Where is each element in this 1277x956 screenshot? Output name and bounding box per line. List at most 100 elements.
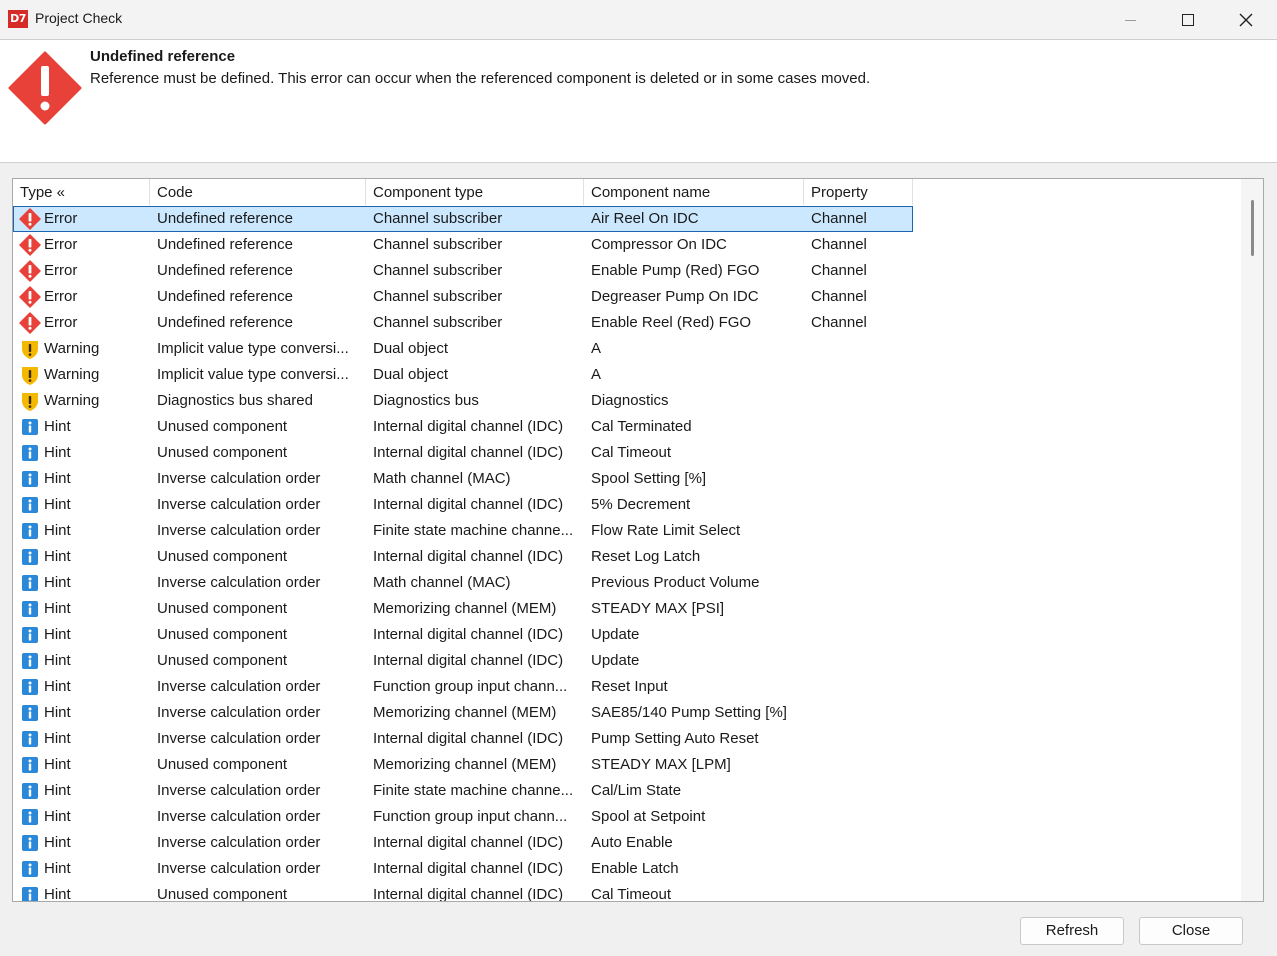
cell-component-type: Internal digital channel (IDC) <box>373 652 564 669</box>
cell-property: Channel <box>811 210 867 227</box>
table-row[interactable]: Hint Inverse calculation order Math channe… <box>13 570 1241 596</box>
maximize-button[interactable] <box>1159 0 1217 40</box>
cell-code: Inverse calculation order <box>157 704 321 721</box>
table-row[interactable]: Hint Unused component Memorizing channel (… <box>13 752 1241 778</box>
type-label: Hint <box>44 678 71 695</box>
table-row[interactable]: Hint Inverse calculation order Math channe… <box>13 466 1241 492</box>
cell-property <box>804 804 913 830</box>
cell-code: Unused component <box>157 886 288 902</box>
info-icon <box>19 832 41 854</box>
row-cells: Hint Unused component Internal digital cha… <box>13 882 913 902</box>
row-cells: Warning Implicit value type conversi... Du… <box>13 362 913 388</box>
cell-component-type: Internal digital channel (IDC) <box>373 444 564 461</box>
table-row[interactable]: Error Undefined reference Channel subscrib… <box>13 258 1241 284</box>
column-header-component-name[interactable]: Component name <box>584 179 804 205</box>
table-row[interactable]: Hint Unused component Internal digital cha… <box>13 544 1241 570</box>
table-row[interactable]: Hint Unused component Internal digital cha… <box>13 440 1241 466</box>
cell-component-name: STEADY MAX [LPM] <box>591 756 731 773</box>
cell-property <box>804 388 913 414</box>
cell-component-name: Spool Setting [%] <box>591 470 707 487</box>
table-row[interactable]: Hint Unused component Internal digital cha… <box>13 882 1241 902</box>
cell-property <box>804 336 913 362</box>
error-icon <box>19 234 41 256</box>
table-row[interactable]: Warning Implicit value type conversi... Du… <box>13 336 1241 362</box>
table-row[interactable]: Error Undefined reference Channel subscrib… <box>13 206 1241 232</box>
warning-icon <box>19 338 41 360</box>
cell-component-type: Diagnostics bus <box>373 392 479 409</box>
column-header-component-type[interactable]: Component type <box>366 179 584 205</box>
error-icon <box>19 312 41 334</box>
type-label: Hint <box>44 730 71 747</box>
table-row[interactable]: Hint Unused component Memorizing channel (… <box>13 596 1241 622</box>
cell-component-type: Math channel (MAC) <box>373 574 511 591</box>
table-row[interactable]: Hint Unused component Internal digital cha… <box>13 414 1241 440</box>
table-row[interactable]: Error Undefined reference Channel subscrib… <box>13 232 1241 258</box>
cell-code: Inverse calculation order <box>157 522 321 539</box>
table-row[interactable]: Hint Inverse calculation order Internal di… <box>13 856 1241 882</box>
table-row[interactable]: Warning Diagnostics bus shared Diagnostics… <box>13 388 1241 414</box>
row-cells: Hint Inverse calculation order Finite stat… <box>13 778 913 804</box>
refresh-button[interactable]: Refresh <box>1020 917 1124 945</box>
minimize-button[interactable] <box>1101 0 1159 40</box>
info-icon <box>19 598 41 620</box>
table-row[interactable]: Hint Inverse calculation order Internal di… <box>13 830 1241 856</box>
cell-property <box>804 700 913 726</box>
cell-code: Unused component <box>157 626 288 643</box>
table-row[interactable]: Warning Implicit value type conversi... Du… <box>13 362 1241 388</box>
cell-type: Hint <box>13 518 150 544</box>
table-row[interactable]: Hint Inverse calculation order Finite stat… <box>13 518 1241 544</box>
type-label: Hint <box>44 860 71 877</box>
cell-type: Warning <box>13 388 150 414</box>
table-row[interactable]: Hint Inverse calculation order Function gr… <box>13 804 1241 830</box>
vertical-scrollbar[interactable] <box>1241 179 1263 901</box>
cell-code: Inverse calculation order <box>157 730 321 747</box>
cell-component-name: Update <box>591 626 640 643</box>
cell-property <box>804 466 913 492</box>
column-header-property[interactable]: Property <box>804 179 913 205</box>
results-table[interactable]: Type « Code Component type Component nam… <box>12 178 1264 902</box>
cell-property <box>804 492 913 518</box>
table-row[interactable]: Hint Inverse calculation order Internal di… <box>13 492 1241 518</box>
cell-type: Hint <box>13 882 150 901</box>
cell-property: Channel <box>811 314 867 331</box>
window-title: Project Check <box>35 10 123 26</box>
scrollbar-thumb[interactable] <box>1251 200 1254 256</box>
table-row[interactable]: Hint Inverse calculation order Finite stat… <box>13 778 1241 804</box>
cell-component-name: Diagnostics <box>591 392 669 409</box>
close-button[interactable]: Close <box>1139 917 1243 945</box>
type-label: Hint <box>44 834 71 851</box>
column-header-code[interactable]: Code <box>150 179 366 205</box>
cell-component-type: Internal digital channel (IDC) <box>373 860 564 877</box>
cell-code: Unused component <box>157 444 288 461</box>
table-row[interactable]: Hint Inverse calculation order Memorizing … <box>13 700 1241 726</box>
cell-component-name: Compressor On IDC <box>591 236 727 253</box>
table-row[interactable]: Hint Inverse calculation order Function gr… <box>13 674 1241 700</box>
error-icon <box>8 51 82 125</box>
table-row[interactable]: Error Undefined reference Channel subscrib… <box>13 284 1241 310</box>
table-row[interactable]: Hint Unused component Internal digital cha… <box>13 648 1241 674</box>
cell-property <box>804 726 913 752</box>
cell-type: Hint <box>13 596 150 622</box>
row-cells: Hint Inverse calculation order Function gr… <box>13 804 913 830</box>
cell-type: Error <box>13 206 150 232</box>
table-row[interactable]: Hint Inverse calculation order Internal di… <box>13 726 1241 752</box>
row-cells: Hint Unused component Memorizing channel (… <box>13 596 913 622</box>
cell-type: Hint <box>13 830 150 856</box>
type-label: Hint <box>44 652 71 669</box>
close-window-button[interactable] <box>1217 0 1275 40</box>
cell-component-name: Reset Input <box>591 678 668 695</box>
cell-component-name: Enable Latch <box>591 860 679 877</box>
table-row[interactable]: Error Undefined reference Channel subscrib… <box>13 310 1241 336</box>
type-label: Hint <box>44 548 71 565</box>
cell-code: Inverse calculation order <box>157 782 321 799</box>
table-row[interactable]: Hint Unused component Internal digital cha… <box>13 622 1241 648</box>
info-icon <box>19 780 41 802</box>
cell-component-name: 5% Decrement <box>591 496 691 513</box>
column-header-type[interactable]: Type « <box>13 179 150 205</box>
info-icon <box>19 676 41 698</box>
info-icon <box>19 572 41 594</box>
type-label: Error <box>44 236 78 253</box>
type-label: Hint <box>44 418 71 435</box>
cell-component-type: Channel subscriber <box>373 288 503 305</box>
minimize-icon <box>1124 19 1136 21</box>
